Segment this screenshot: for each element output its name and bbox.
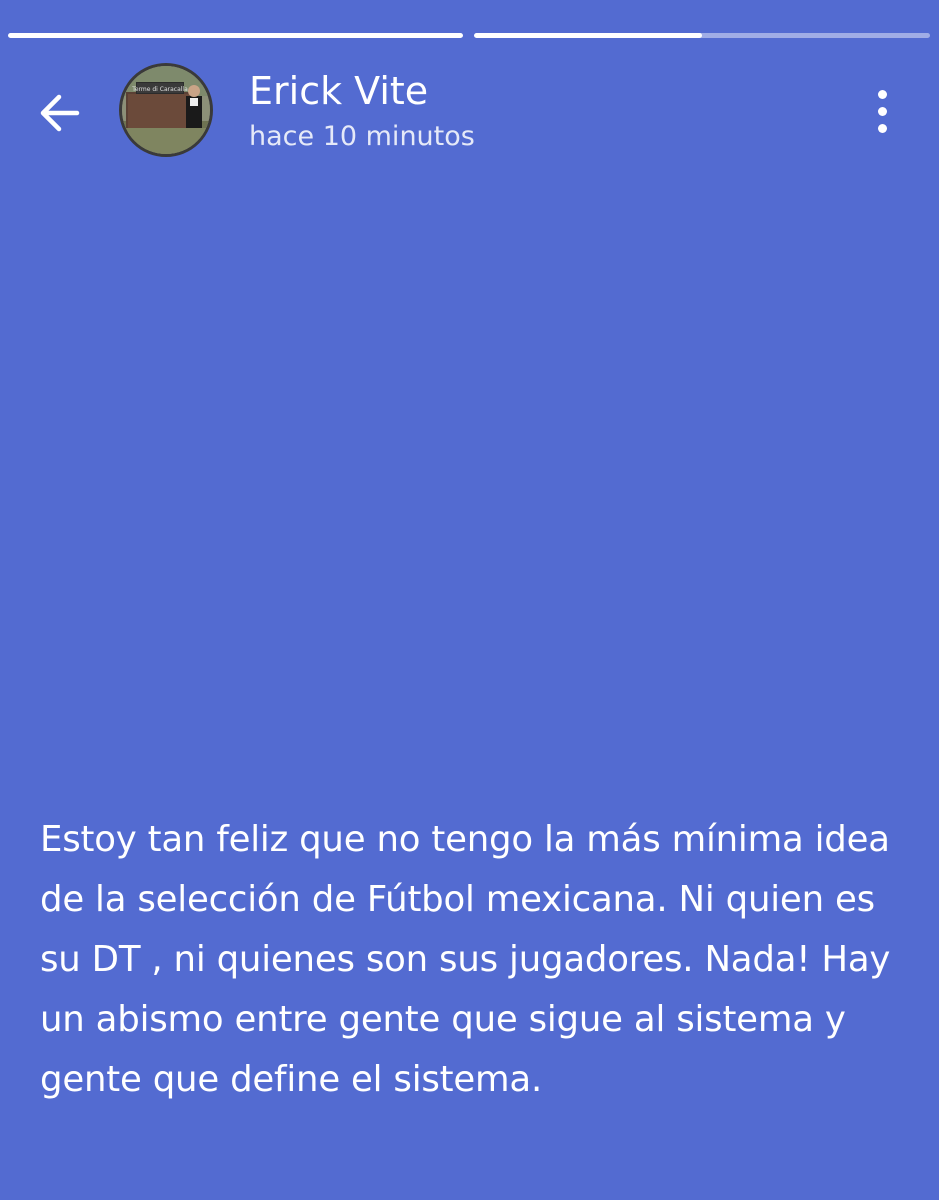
story-progress-segment-2 <box>474 33 930 38</box>
story-viewer: Terme di Caracalla Erick Vite hace 10 mi… <box>0 0 939 1200</box>
user-name[interactable]: Erick Vite <box>249 68 428 114</box>
post-timestamp: hace 10 minutos <box>249 121 475 152</box>
back-button[interactable] <box>30 84 88 142</box>
avatar[interactable]: Terme di Caracalla <box>119 63 213 157</box>
avatar-photo: Terme di Caracalla <box>122 66 210 154</box>
avatar-sign-text: Terme di Caracalla <box>131 86 188 93</box>
more-vertical-icon-dot <box>877 106 887 116</box>
more-options-button[interactable] <box>860 84 904 138</box>
story-text: Estoy tan feliz que no tengo la más míni… <box>40 819 891 1100</box>
story-progress-segment-1 <box>8 33 463 38</box>
story-progress-fill-2 <box>474 33 702 38</box>
more-vertical-icon <box>877 89 887 99</box>
arrow-left-icon <box>40 94 80 132</box>
more-vertical-icon-dot <box>877 123 887 133</box>
story-progress-fill-1 <box>8 33 463 38</box>
